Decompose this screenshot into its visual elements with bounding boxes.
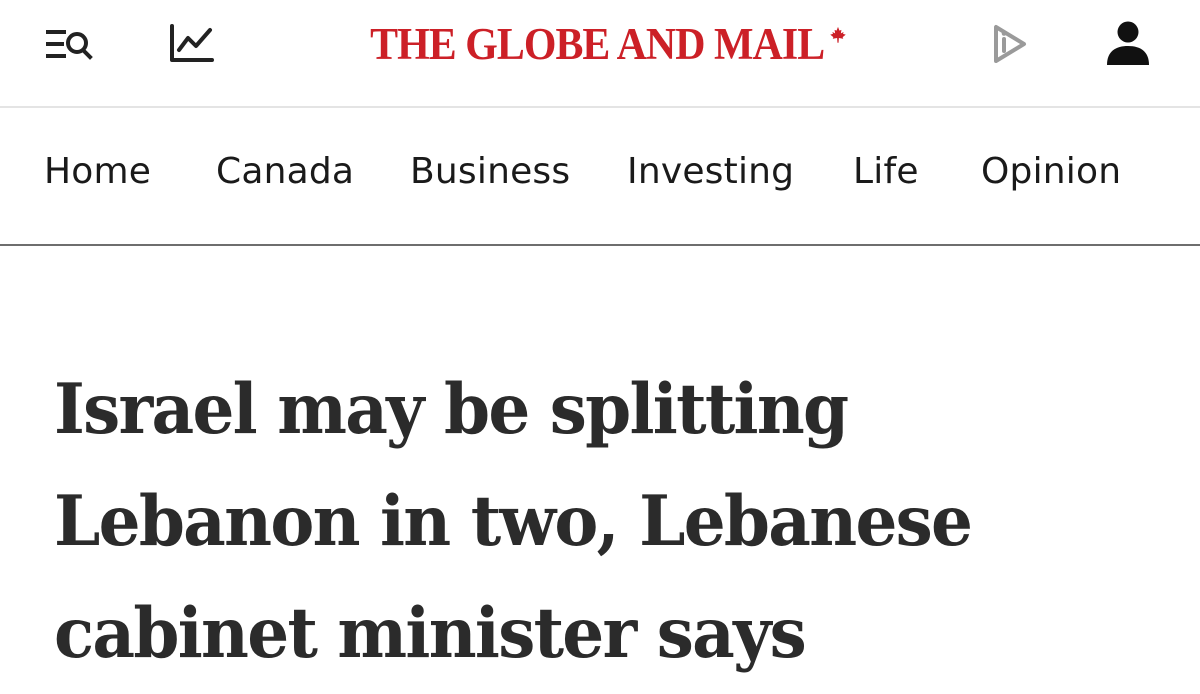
headline-line: Israel may be splitting	[54, 369, 849, 450]
video-button[interactable]	[982, 20, 1038, 68]
markets-button[interactable]	[162, 20, 220, 68]
logo-wordmark: THE GLOBE AND MAIL	[369, 19, 825, 69]
nav-item-life[interactable]: Life	[853, 154, 919, 190]
headline-line: cabinet minister says	[54, 593, 807, 674]
nav-item-investing[interactable]: Investing	[627, 154, 794, 190]
nav-item-home[interactable]: Home	[44, 154, 151, 190]
top-header: THE GLOBE AND MAIL	[0, 0, 1200, 108]
site-logo[interactable]: THE GLOBE AND MAIL	[330, 14, 870, 74]
menu-search-icon	[46, 30, 93, 60]
chart-line-icon	[170, 24, 214, 62]
maple-leaf-icon	[830, 26, 846, 43]
nav-item-business[interactable]: Business	[410, 154, 570, 190]
account-button[interactable]	[1098, 16, 1158, 70]
nav-item-canada[interactable]: Canada	[216, 154, 354, 190]
play-video-icon	[994, 25, 1026, 63]
menu-search-button[interactable]	[40, 20, 100, 68]
nav-item-opinion[interactable]: Opinion	[981, 154, 1121, 190]
article-headline: Israel may be splitting Lebanon in two, …	[54, 354, 1124, 690]
headline-line: Lebanon in two, Lebanese	[54, 481, 973, 562]
user-icon	[1107, 21, 1149, 65]
